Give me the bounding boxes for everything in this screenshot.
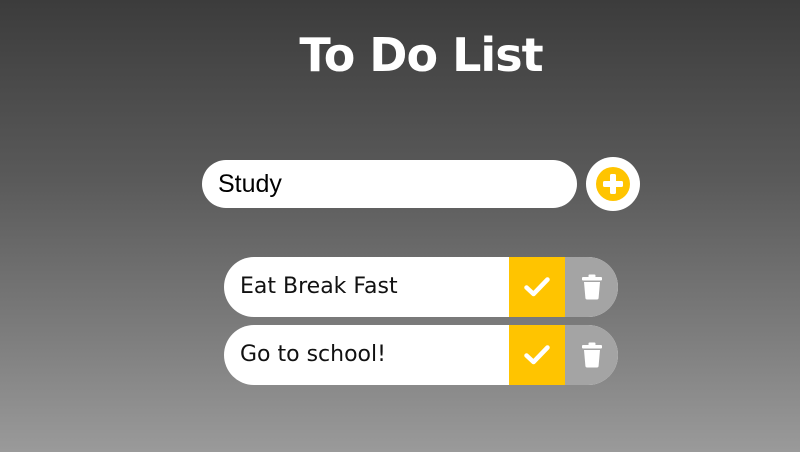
complete-todo-button[interactable] bbox=[509, 257, 565, 317]
add-todo-button[interactable] bbox=[586, 157, 640, 211]
delete-todo-button[interactable] bbox=[565, 325, 618, 385]
plus-circle-icon bbox=[594, 165, 632, 203]
todo-input[interactable] bbox=[202, 160, 577, 208]
check-icon bbox=[524, 276, 550, 298]
trash-icon bbox=[581, 274, 603, 300]
todo-item-text: Eat Break Fast bbox=[240, 274, 398, 299]
check-icon bbox=[524, 344, 550, 366]
todo-input-row bbox=[202, 157, 642, 211]
todo-list: Eat Break Fast Go to school! bbox=[224, 257, 618, 393]
complete-todo-button[interactable] bbox=[509, 325, 565, 385]
todo-item: Go to school! bbox=[224, 325, 618, 385]
todo-item: Eat Break Fast bbox=[224, 257, 618, 317]
trash-icon bbox=[581, 342, 603, 368]
todo-item-text: Go to school! bbox=[240, 342, 386, 367]
page-title: To Do List bbox=[299, 28, 543, 82]
delete-todo-button[interactable] bbox=[565, 257, 618, 317]
